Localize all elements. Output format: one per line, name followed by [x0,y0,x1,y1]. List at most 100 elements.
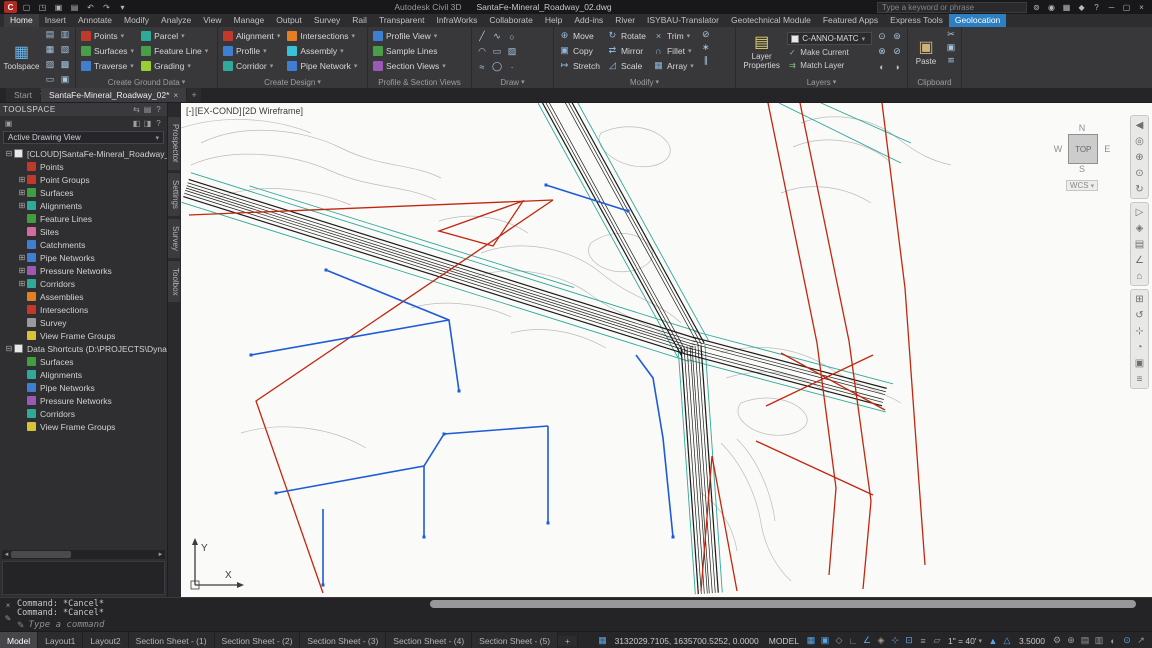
tree-item[interactable]: Sites [0,225,167,238]
ribbon-tab[interactable]: River [609,14,641,27]
app-store-icon[interactable]: ▦ [1060,1,1073,13]
navbar-collapse-icon[interactable]: ◀ [1132,117,1147,133]
layout-tab[interactable]: Section Sheet - (1) [129,632,215,648]
ribbon-button[interactable]: Feature Line▾ [139,43,210,58]
anchor-icon[interactable]: ◈ [1132,220,1147,236]
ribbon-tab[interactable]: Express Tools [884,14,949,27]
toolspace-tab[interactable]: Survey [168,219,180,258]
toolspace-button[interactable]: ▦ Toolspace [3,28,40,87]
ribbon-tab[interactable]: Analyze [155,14,197,27]
signin-icon[interactable]: ◉ [1045,1,1058,13]
file-tab[interactable]: Start× [6,88,40,102]
notifications-icon[interactable]: ◆ [1075,1,1088,13]
tree-expander[interactable]: ⊟ [4,344,14,353]
tree-item[interactable]: View Frame Groups [0,420,167,433]
lineweight-icon[interactable]: ≡ [916,636,930,646]
arc-icon[interactable]: ◠ [475,45,489,58]
command-scrollbar[interactable] [430,600,1136,608]
ribbon-tab[interactable]: Survey [308,14,346,27]
ribbon-button[interactable]: Traverse▾ [79,58,136,73]
tree-item[interactable]: Surfaces [0,355,167,368]
annotation-scale-control[interactable]: 1" = 40' ▾ [944,636,986,646]
layer-freeze-icon[interactable]: ⊗ [875,45,889,58]
new-drawing-tab-button[interactable]: + [187,88,201,102]
panel-label-layers[interactable]: Layers▾ [739,76,904,88]
tree-item[interactable]: Alignments [0,368,167,381]
save-button[interactable]: ▣ [52,1,65,13]
workspace-gear-icon[interactable]: ⚙ [1050,635,1064,646]
panel-label-profile-section-views[interactable]: Profile & Section Views [371,76,468,88]
object-snap-icon[interactable]: ⊡ [902,635,916,646]
search-input[interactable]: Type a keyword or phrase [877,2,1027,13]
ribbon-tab[interactable]: Featured Apps [817,14,884,27]
ribbon-button[interactable]: ▣Copy [557,43,602,58]
layout-tab[interactable]: Section Sheet - (5) [472,632,558,648]
close-button[interactable]: × [1135,1,1148,13]
tree-expander[interactable]: ⊞ [17,175,27,184]
viewport-view-control[interactable]: [EX-COND] [195,106,242,116]
match-properties-icon[interactable]: ≌ [944,54,958,67]
ribbon-button[interactable]: Sample Lines [371,43,448,58]
ribbon-tab[interactable]: Output [270,14,308,27]
drawing-canvas[interactable]: Y X [-] [EX-COND] [2D Wireframe] N W TOP… [181,103,1152,597]
toolspace-hscrollbar[interactable]: ◄ ► [2,550,165,559]
tree-expander[interactable]: ⊞ [17,201,27,210]
panel-label-clipboard[interactable]: Clipboard [911,76,958,88]
toolspace-help-icon[interactable]: ? [153,105,164,114]
tree-item[interactable]: Corridors [0,407,167,420]
viewcube-south[interactable]: S [1040,164,1124,175]
ribbon-button[interactable]: ↦Stretch [557,58,602,73]
motion-icon[interactable]: ▣ [1132,355,1147,371]
palette-more-icon[interactable]: ▣ [58,73,72,86]
toolspace-preview-toggle-icon[interactable]: ◨ [142,119,153,128]
tree-item[interactable]: ⊞ Corridors [0,277,167,290]
layer-properties-button[interactable]: ▤ Layer Properties [739,28,784,76]
properties-palette-icon[interactable]: ▤ [43,28,57,41]
visual-styles-icon[interactable]: ▩ [58,58,72,71]
tree-item[interactable]: Feature Lines [0,212,167,225]
viewcube-west[interactable]: W [1054,144,1063,154]
explode-icon[interactable]: ∗ [699,41,713,54]
pan-icon[interactable]: ⊕ [1132,149,1147,165]
layer-action-button[interactable]: ✓Make Current [787,46,872,59]
ribbon-button[interactable]: ↻Rotate [605,28,648,43]
toolspace-properties-icon[interactable]: ▤ [142,105,153,114]
tree-item[interactable]: ⊟ Data Shortcuts (D:\PROJECTS\Dynamo\L..… [0,342,167,355]
object-snap-tracking-icon[interactable]: ⊹ [888,635,902,646]
navbar-menu-icon[interactable]: ≡ [1132,371,1147,387]
command-line-window[interactable]: ×✎ Command: *Cancel* Command: *Cancel* ✎… [0,597,1152,631]
tree-expander[interactable]: ⊟ [4,149,14,158]
layer-off-icon[interactable]: ⊘ [890,45,904,58]
close-command-icon[interactable]: × [3,601,13,610]
tree-expander[interactable]: ⊞ [17,188,27,197]
file-tab[interactable]: SantaFe-Mineral_Roadway_02*× [41,88,186,102]
ribbon-tab[interactable]: Home [4,14,39,27]
toolspace-help2-icon[interactable]: ? [153,119,164,128]
viewcube-top-face[interactable]: TOP [1068,134,1098,164]
ribbon-tab[interactable]: ISYBAU-Translator [641,14,725,27]
layout-tab[interactable]: Section Sheet - (3) [300,632,386,648]
tree-item[interactable]: Catchments [0,238,167,251]
pan-hand-icon[interactable]: ⊹ [1132,323,1147,339]
ribbon-tab[interactable]: Collaborate [483,14,538,27]
ribbon-tab[interactable]: Help [539,14,568,27]
ribbon-button[interactable]: ∩Fillet▾ [651,43,696,58]
grid-icon[interactable]: ▦ [804,635,818,646]
annotation-visibility-icon[interactable]: ▲ [986,636,1000,646]
ribbon-tab[interactable]: Add-ins [568,14,609,27]
toolspace-tab[interactable]: Toolbox [168,261,180,303]
toolspace-panorama-icon[interactable]: ◧ [131,119,142,128]
toolspace-tab[interactable]: Prospector [168,117,180,170]
tree-item[interactable]: Pressure Networks [0,394,167,407]
viewport-visual-style-control[interactable]: [2D Wireframe] [243,106,304,116]
snap-icon[interactable]: ▣ [818,635,832,646]
zoom-window-icon[interactable]: ⊞ [1132,291,1147,307]
layout-tab[interactable]: Section Sheet - (2) [215,632,301,648]
cut-icon[interactable]: ✂ [944,28,958,41]
tree-expander[interactable]: ⊞ [17,266,27,275]
ortho-icon[interactable]: ∟ [846,636,860,646]
transparency-icon[interactable]: ▱ [930,635,944,646]
plot-button[interactable]: ▤ [68,1,81,13]
orbit-icon[interactable]: ↻ [1132,181,1147,197]
ribbon-tab[interactable]: Geotechnical Module [725,14,817,27]
